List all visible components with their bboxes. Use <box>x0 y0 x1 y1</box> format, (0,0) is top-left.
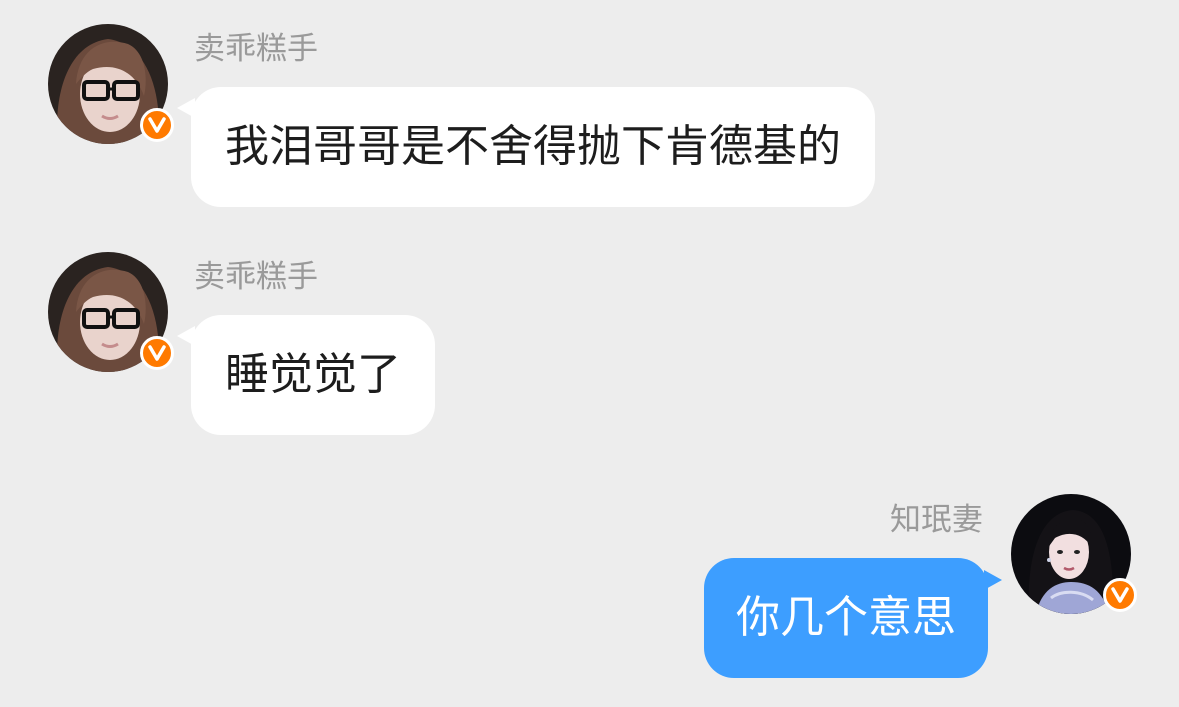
verified-v-icon <box>140 336 174 370</box>
my-avatar[interactable] <box>1011 494 1137 614</box>
message-bubble[interactable]: 我泪哥哥是不舍得抛下肯德基的 <box>191 87 875 207</box>
message-bubble[interactable]: 你几个意思 <box>704 558 988 678</box>
message-text: 睡觉觉了 <box>225 349 401 400</box>
sender-name: 卖乖糕手 <box>194 259 318 295</box>
message-text: 你几个意思 <box>736 592 956 643</box>
message-bubble[interactable]: 睡觉觉了 <box>191 315 435 435</box>
message-text: 我泪哥哥是不舍得抛下肯德基的 <box>225 121 841 172</box>
sender-avatar[interactable] <box>48 24 174 144</box>
sender-name: 知珉妻 <box>890 502 983 538</box>
sender-name: 卖乖糕手 <box>194 31 318 67</box>
verified-v-icon <box>140 108 174 142</box>
sender-avatar[interactable] <box>48 252 174 372</box>
verified-v-icon <box>1103 578 1137 612</box>
